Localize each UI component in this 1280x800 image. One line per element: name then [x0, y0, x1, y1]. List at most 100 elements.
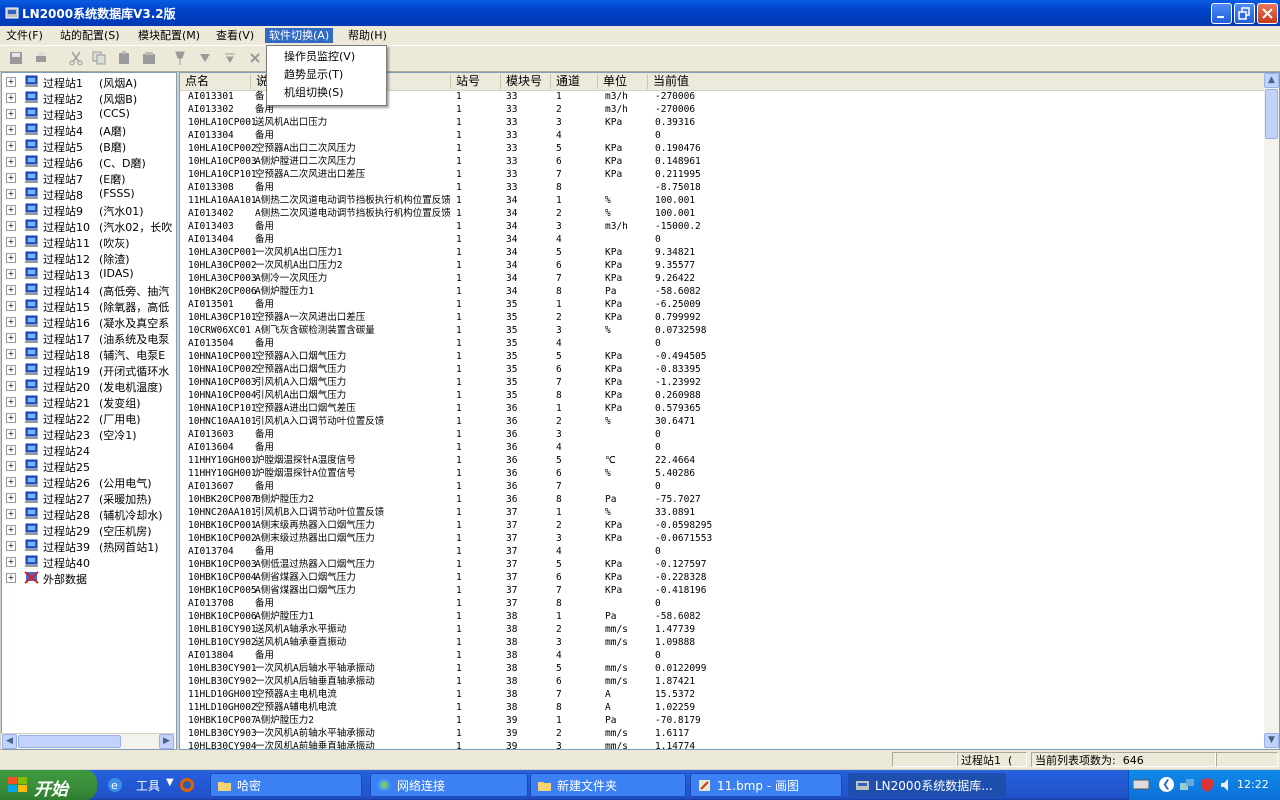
tree-node[interactable]: + 过程站23 (空冷1): [2, 426, 176, 442]
scroll-up-icon[interactable]: ▲: [1264, 73, 1279, 88]
table-row[interactable]: 10HLA30CP001 一次风机A出口压力1 1 34 5 KPa 9.34821: [180, 246, 880, 259]
save-icon[interactable]: [8, 50, 26, 66]
quicklaunch-tools[interactable]: 工具: [136, 777, 160, 794]
tree-node[interactable]: + 过程站22 (厂用电): [2, 410, 176, 426]
expand-icon[interactable]: +: [6, 365, 16, 375]
tree-node[interactable]: + 过程站1 (风烟A): [2, 74, 176, 90]
chevron-left-icon[interactable]: ❮: [1159, 777, 1174, 792]
expand-icon[interactable]: +: [6, 397, 16, 407]
expand-icon[interactable]: +: [6, 301, 16, 311]
table-row[interactable]: 10HBK20CP007 B侧炉膛压力2 1 36 8 Pa -75.7027: [180, 493, 880, 506]
expand-icon[interactable]: +: [6, 141, 16, 151]
expand-icon[interactable]: +: [6, 189, 16, 199]
keyboard-icon[interactable]: [1132, 778, 1150, 791]
tree-node[interactable]: + 外部数据: [2, 570, 176, 586]
table-row[interactable]: 10HBK10CP004 A侧省煤器入口烟气压力 1 37 6 KPa -0.228328: [180, 571, 880, 584]
firefox-icon[interactable]: [178, 776, 196, 794]
expand-icon[interactable]: +: [6, 237, 16, 247]
expand-icon[interactable]: +: [6, 93, 16, 103]
table-row[interactable]: AI013607 备用 1 36 7 0: [180, 480, 880, 493]
taskbar-item-network[interactable]: 网络连接: [370, 773, 528, 797]
cut-icon[interactable]: [68, 50, 86, 66]
minimize-button[interactable]: [1211, 3, 1232, 24]
scroll-right-icon[interactable]: ▶: [159, 734, 174, 749]
table-row[interactable]: 10HLB30CY902 一次风机A后轴垂直轴承振动 1 38 6 mm/s 1.87421: [180, 675, 880, 688]
tree-node[interactable]: + 过程站39 (热网首站1): [2, 538, 176, 554]
tree-node[interactable]: + 过程站4 (A磨): [2, 122, 176, 138]
tree-node[interactable]: + 过程站19 (开闭式循环水: [2, 362, 176, 378]
expand-icon[interactable]: +: [6, 221, 16, 231]
tree-node[interactable]: + 过程站40: [2, 554, 176, 570]
tree-node[interactable]: + 过程站29 (空压机房): [2, 522, 176, 538]
expand-icon[interactable]: +: [6, 381, 16, 391]
expand-icon[interactable]: +: [6, 349, 16, 359]
table-row[interactable]: 10HLB30CY901 一次风机A后轴水平轴承振动 1 38 5 mm/s 0.01220…: [180, 662, 880, 675]
menu-item-operator-monitor[interactable]: 操作员监控(V): [284, 49, 355, 65]
column-header-channel[interactable]: 通道: [551, 74, 598, 89]
expand-icon[interactable]: +: [6, 461, 16, 471]
delete-icon[interactable]: [247, 50, 265, 66]
menu-station-config[interactable]: 站的配置(S): [56, 28, 124, 43]
expand-icon[interactable]: +: [6, 285, 16, 295]
table-row[interactable]: AI013704 备用 1 37 4 0: [180, 545, 880, 558]
station-tree[interactable]: + 过程站1 (风烟A) + 过程站2 (风烟B) + 过程站3 (CCS) + 过程站4 (A磨) +…: [1, 72, 177, 750]
column-header-unit[interactable]: 单位: [598, 74, 648, 89]
expand-icon[interactable]: +: [6, 317, 16, 327]
taskbar-item-ln2000[interactable]: LN2000系统数据库...: [848, 773, 1006, 797]
table-row[interactable]: 10HLA30CP003 A侧冷一次风压力 1 34 7 KPa 9.26422: [180, 272, 880, 285]
table-row[interactable]: 10HNC10AA101 引风机A入口调节动叶位置反馈 1 36 2% 30.6471: [180, 415, 880, 428]
table-row[interactable]: 10HBK10CP006 A侧炉膛压力1 1 38 1 Pa -58.6082: [180, 610, 880, 623]
speaker-icon[interactable]: [1219, 777, 1235, 793]
tree-node[interactable]: + 过程站24: [2, 442, 176, 458]
table-row[interactable]: 10HLA10CP003 A侧炉膛进口二次风压力 1 33 6 KPa 0.148961: [180, 155, 880, 168]
start-button[interactable]: 开始: [0, 770, 97, 800]
tree-node[interactable]: + 过程站15 (除氧器，高低: [2, 298, 176, 314]
tree-node[interactable]: + 过程站13 (IDAS): [2, 266, 176, 282]
table-row[interactable]: 10HBK10CP002 A侧末级过热器出口烟气压力 1 37 3 KPa -0.06715…: [180, 532, 880, 545]
tree-node[interactable]: + 过程站14 (高低旁、抽汽: [2, 282, 176, 298]
expand-icon[interactable]: +: [6, 77, 16, 87]
menu-module-config[interactable]: 模块配置(M): [134, 28, 204, 43]
table-row[interactable]: AI013804 备用 1 38 4 0: [180, 649, 880, 662]
table-row[interactable]: AI013308 备用 1 33 8 -8.75018: [180, 181, 880, 194]
pin-up-icon[interactable]: [222, 50, 240, 66]
tree-node[interactable]: + 过程站6 (C、D磨): [2, 154, 176, 170]
tree-node[interactable]: + 过程站28 (辅机冷却水): [2, 506, 176, 522]
tree-node[interactable]: + 过程站21 (发变组): [2, 394, 176, 410]
table-row[interactable]: 10HNA10CP004 引风机A出口烟气压力 1 35 8 KPa 0.260988: [180, 389, 880, 402]
table-row[interactable]: 11HHY10GH001 炉膛烟温探针A位置信号 1 36 6% 5.40286: [180, 467, 880, 480]
expand-icon[interactable]: +: [6, 157, 16, 167]
table-row[interactable]: 10HNA10CP101 空预器A进出口烟气差压 1 36 1 KPa 0.579365: [180, 402, 880, 415]
menu-software-switch[interactable]: 软件切换(A): [265, 28, 334, 43]
scroll-thumb[interactable]: [1265, 89, 1278, 139]
close-button[interactable]: [1257, 3, 1278, 24]
table-row[interactable]: 10CRW06XC01 A侧飞灰含碳检测装置含碳量 1 35 3% 0.0732598: [180, 324, 880, 337]
expand-icon[interactable]: +: [6, 557, 16, 567]
expand-icon[interactable]: +: [6, 429, 16, 439]
title-bar[interactable]: LN2000系统数据库V3.2版: [0, 0, 1280, 26]
table-row[interactable]: 10HNA10CP002 空预器A出口烟气压力 1 35 6 KPa -0.83395: [180, 363, 880, 376]
menu-view[interactable]: 查看(V): [212, 28, 258, 43]
tree-node[interactable]: + 过程站3 (CCS): [2, 106, 176, 122]
table-row[interactable]: AI013708 备用 1 37 8 0: [180, 597, 880, 610]
column-header-module[interactable]: 模块号: [501, 74, 551, 89]
copy-icon[interactable]: [91, 50, 109, 66]
table-row[interactable]: 10HBK20CP006 A侧炉膛压力1 1 34 8 Pa -58.6082: [180, 285, 880, 298]
taskbar-item-paint[interactable]: 11.bmp - 画图: [690, 773, 842, 797]
paste-icon[interactable]: [116, 50, 134, 66]
ie-icon[interactable]: e: [106, 776, 124, 794]
table-row[interactable]: AI013403 备用 1 34 3 m3/h -15000.2: [180, 220, 880, 233]
tree-node[interactable]: + 过程站25: [2, 458, 176, 474]
table-row[interactable]: 10HLB30CY904 一次风机A前轴垂直轴承振动 1 39 3 mm/s 1.14774: [180, 740, 880, 749]
table-row[interactable]: 10HBK10CP003 A侧低温过热器入口烟气压力 1 37 5 KPa -0.12759…: [180, 558, 880, 571]
table-row[interactable]: AI013404 备用 1 34 4 0: [180, 233, 880, 246]
pin-down-icon[interactable]: [197, 50, 215, 66]
expand-icon[interactable]: +: [6, 333, 16, 343]
tree-node[interactable]: + 过程站11 (吹灰): [2, 234, 176, 250]
expand-icon[interactable]: +: [6, 125, 16, 135]
tree-node[interactable]: + 过程站18 (辅汽、电泵E: [2, 346, 176, 362]
expand-icon[interactable]: +: [6, 205, 16, 215]
table-row[interactable]: 10HBK10CP007 A侧炉膛压力2 1 39 1 Pa -70.8179: [180, 714, 880, 727]
column-header-name[interactable]: 点名: [180, 74, 251, 89]
expand-icon[interactable]: +: [6, 509, 16, 519]
